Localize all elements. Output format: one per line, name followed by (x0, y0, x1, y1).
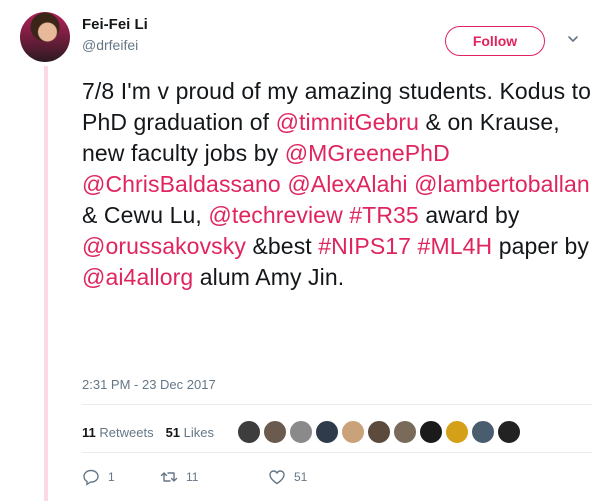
tweet-link[interactable]: @orussakovsky (82, 233, 246, 259)
tweet-link[interactable]: #NIPS17 (318, 233, 411, 259)
tweet-link[interactable]: @ChrisBaldassano (82, 171, 281, 197)
divider (82, 404, 592, 405)
like-count: 51 (294, 470, 308, 484)
tweet-timestamp[interactable]: 2:31 PM - 23 Dec 2017 (82, 377, 216, 392)
user-handle[interactable]: @drfeifei (82, 37, 138, 53)
likes-label: Likes (183, 425, 215, 440)
liker-avatar[interactable] (237, 420, 261, 444)
divider (82, 452, 592, 453)
liker-avatar[interactable] (393, 420, 417, 444)
liker-avatar[interactable] (445, 420, 469, 444)
reply-action[interactable]: 1 (82, 468, 160, 486)
tweet-link[interactable]: @timnitGebru (276, 109, 419, 135)
follow-button[interactable]: Follow (445, 26, 545, 56)
chevron-down-icon[interactable] (566, 32, 580, 46)
liker-avatar[interactable] (497, 420, 521, 444)
tweet-text: 7/8 I'm v proud of my amazing students. … (82, 76, 602, 293)
tweet-text-segment: alum Amy Jin. (193, 264, 345, 290)
liker-avatar[interactable] (367, 420, 391, 444)
likes-stat[interactable]: 51 Likes (166, 425, 214, 440)
tweet-text-segment: award by (418, 202, 520, 228)
tweet-link[interactable]: @lambertoballan (414, 171, 590, 197)
tweet-link[interactable]: @techreview (208, 202, 342, 228)
reply-count: 1 (108, 470, 115, 484)
liker-avatar[interactable] (471, 420, 495, 444)
tweet-text-segment: paper by (492, 233, 590, 259)
like-action[interactable]: 51 (268, 468, 307, 486)
retweet-action[interactable]: 11 (160, 468, 268, 486)
tweet-text-segment: &best (245, 233, 319, 259)
tweet-link[interactable]: @AlexAlahi (287, 171, 407, 197)
heart-icon (269, 470, 285, 485)
retweet-count: 11 (186, 470, 199, 484)
likes-count: 51 (165, 425, 181, 440)
retweets-stat[interactable]: 11 Retweets (82, 425, 154, 440)
tweet-link[interactable]: @MGreenePhD (285, 140, 450, 166)
avatar[interactable] (20, 12, 70, 62)
tweet-stats: 11 Retweets 51 Likes (82, 425, 214, 440)
tweet-link[interactable]: #TR35 (349, 202, 419, 228)
display-name[interactable]: Fei-Fei Li (82, 16, 148, 33)
liker-avatar[interactable] (419, 420, 443, 444)
liker-avatar[interactable] (289, 420, 313, 444)
likers-avatars (237, 420, 521, 444)
reply-icon (83, 469, 99, 486)
tweet-text-segment: & Cewu Lu, (82, 202, 209, 228)
tweet-actions: 1 11 51 (82, 468, 307, 486)
liker-avatar[interactable] (315, 420, 339, 444)
liker-avatar[interactable] (263, 420, 287, 444)
liker-avatar[interactable] (341, 420, 365, 444)
retweets-label: Retweets (99, 425, 154, 440)
tweet-link[interactable]: @ai4allorg (82, 264, 193, 290)
tweet-link[interactable]: #ML4H (418, 233, 493, 259)
retweet-icon (160, 472, 178, 482)
retweets-count: 11 (82, 425, 96, 440)
thread-line (44, 66, 48, 501)
